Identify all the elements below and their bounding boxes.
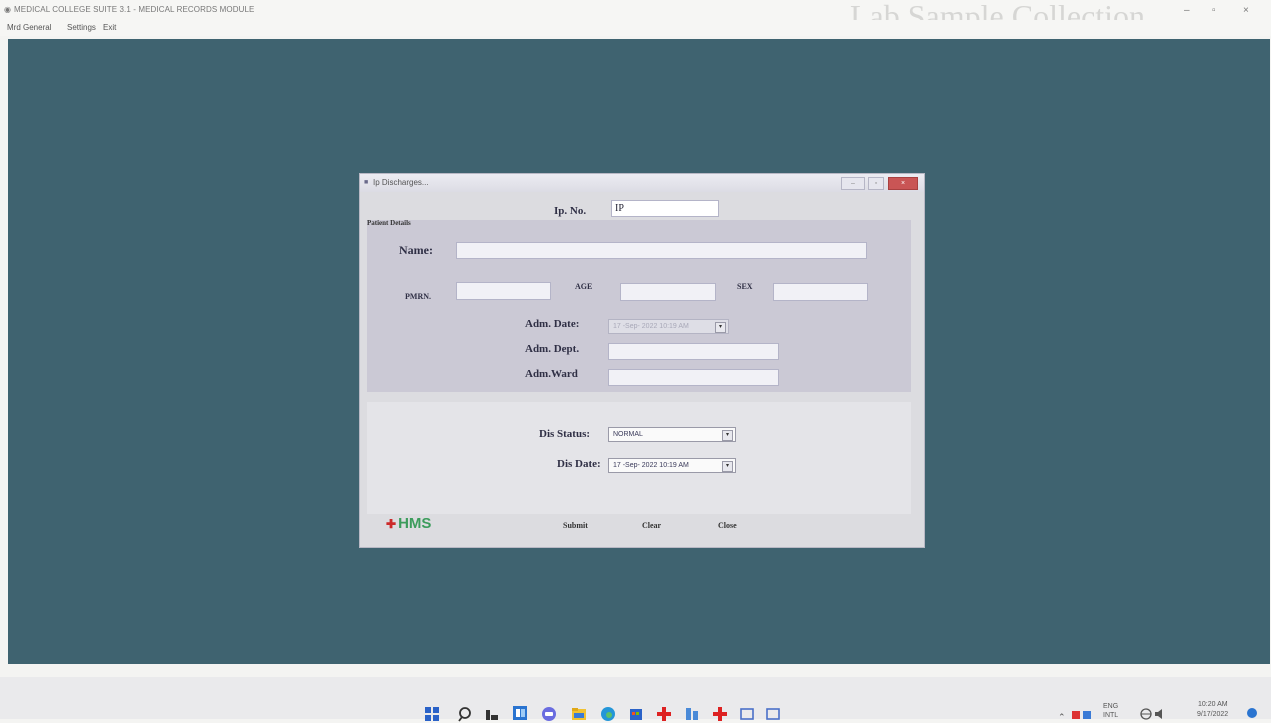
language-indicator[interactable]: ENG (1103, 703, 1118, 710)
dialog-minimize-button[interactable]: – (841, 177, 865, 190)
submit-button[interactable]: Submit (559, 519, 592, 532)
window-app-icon[interactable] (739, 706, 755, 722)
age-label: AGE (575, 282, 593, 291)
name-label: Name: (399, 243, 433, 257)
notification-icon[interactable] (1245, 706, 1259, 720)
dis-status-select[interactable]: NORMAL ▾ (608, 427, 736, 442)
clear-button[interactable]: Clear (638, 519, 666, 532)
dialog-close-button[interactable]: × (888, 177, 918, 190)
tray-overflow-icon[interactable]: ⌃ (1058, 712, 1066, 723)
adm-date-dropdown-icon: ▾ (715, 322, 726, 333)
store-icon[interactable] (627, 705, 645, 723)
dialog-icon: ■ (364, 179, 369, 186)
language-sub-indicator: INTL (1103, 712, 1119, 719)
hms-logo-text: HMS (398, 515, 432, 532)
task-view-icon[interactable] (484, 706, 500, 722)
sex-label: SEX (737, 282, 753, 291)
adm-dept-field[interactable] (608, 343, 779, 360)
ip-discharge-dialog: ■ Ip Discharges... – ▫ × Ip. No. IP Pati… (359, 173, 925, 548)
clock-date[interactable]: 9/17/2022 (1197, 711, 1228, 718)
dialog-maximize-button[interactable]: ▫ (868, 177, 884, 190)
menu-settings[interactable]: Settings (67, 23, 96, 32)
hms-app-icon-2[interactable] (711, 705, 729, 723)
patient-details-title: Patient Details (367, 219, 411, 227)
name-field[interactable] (456, 242, 867, 259)
pmrn-field[interactable] (456, 282, 551, 300)
dis-date-label: Dis Date: (557, 458, 601, 470)
age-field[interactable] (620, 283, 716, 301)
close-dialog-button[interactable]: Close (714, 519, 741, 532)
dis-status-dropdown-icon: ▾ (722, 430, 733, 441)
app-title: MEDICAL COLLEGE SUITE 3.1 - MEDICAL RECO… (14, 5, 255, 14)
clock-time[interactable]: 10:20 AM (1198, 701, 1228, 708)
ip-no-input[interactable]: IP (611, 200, 719, 217)
pmrn-label: PMRN. (405, 292, 431, 301)
medical-cross-icon: ✚ (386, 517, 397, 531)
dis-date-value: 17 -Sep- 2022 10:19 AM (613, 462, 689, 469)
adm-date-label: Adm. Date: (525, 318, 580, 330)
adm-date-value: 17 -Sep- 2022 10:19 AM (613, 323, 689, 330)
menu-mrd-general[interactable]: Mrd General (7, 23, 51, 32)
discharge-panel: Dis Status: NORMAL ▾ Dis Date: 17 -Sep- … (367, 402, 911, 514)
search-icon[interactable] (456, 705, 474, 723)
chat-icon[interactable] (540, 705, 558, 723)
hms-app-icon[interactable] (655, 705, 673, 723)
adm-date-picker[interactable]: 17 -Sep- 2022 10:19 AM ▾ (608, 319, 729, 334)
app-icon-blue[interactable] (683, 705, 701, 723)
ip-no-value: IP (615, 203, 624, 214)
close-button[interactable]: × (1243, 5, 1249, 16)
adm-dept-label: Adm. Dept. (525, 343, 580, 355)
patient-details-panel: Patient Details Name: PMRN. AGE SEX Adm.… (367, 219, 911, 392)
file-explorer-icon[interactable] (570, 705, 588, 723)
app-icon: ◉ (4, 5, 11, 14)
dis-date-dropdown-icon: ▾ (722, 461, 733, 472)
adm-ward-field[interactable] (608, 369, 779, 386)
menu-bar: Mrd General Settings Exit (0, 20, 1271, 36)
tray-apps-icon[interactable] (1071, 709, 1095, 721)
app-title-bar: ◉ MEDICAL COLLEGE SUITE 3.1 - MEDICAL RE… (0, 0, 1271, 34)
window-app-icon-2[interactable] (765, 706, 781, 722)
dis-status-label: Dis Status: (539, 428, 591, 440)
adm-ward-label: Adm.Ward (525, 368, 578, 380)
menu-exit[interactable]: Exit (103, 23, 116, 32)
widgets-icon[interactable] (511, 704, 529, 722)
dis-status-value: NORMAL (613, 431, 643, 438)
dialog-title-bar: ■ Ip Discharges... – ▫ × (360, 174, 924, 192)
hms-logo: ✚ HMS (386, 515, 431, 532)
ip-no-label: Ip. No. (554, 205, 587, 217)
start-windows-icon[interactable] (423, 705, 441, 723)
edge-browser-icon[interactable] (599, 705, 617, 723)
maximize-button[interactable]: ▫ (1212, 5, 1216, 16)
minimize-button[interactable]: – (1184, 5, 1190, 16)
dialog-title: Ip Discharges... (373, 178, 429, 187)
sex-field[interactable] (773, 283, 868, 301)
dis-date-picker[interactable]: 17 -Sep- 2022 10:19 AM ▾ (608, 458, 736, 473)
